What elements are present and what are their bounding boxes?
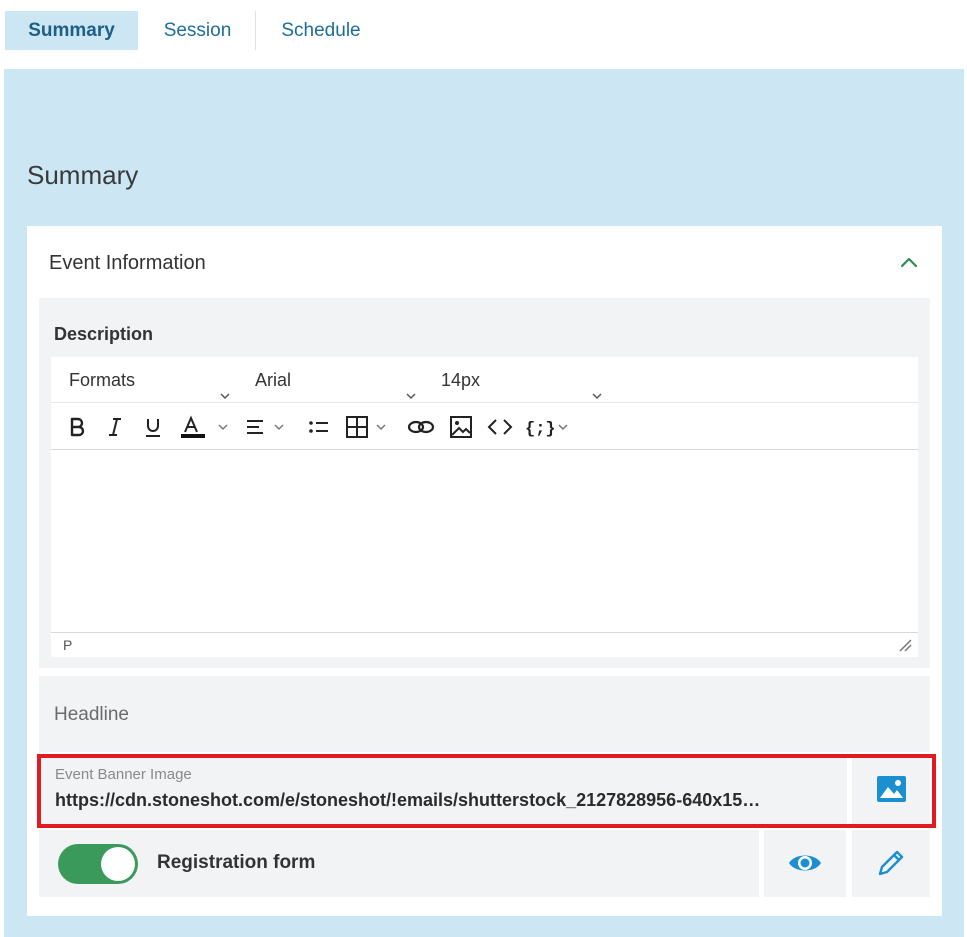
- font-size-select[interactable]: 14px: [441, 357, 611, 403]
- tab-schedule[interactable]: Schedule: [258, 11, 384, 50]
- bold-icon[interactable]: [65, 415, 89, 439]
- chevron-down-icon: [219, 373, 231, 400]
- registration-form-row: Registration form: [39, 830, 759, 897]
- chevron-up-icon[interactable]: [897, 251, 921, 275]
- tab-summary[interactable]: Summary: [5, 11, 138, 50]
- image-icon[interactable]: [449, 415, 473, 439]
- table-icon[interactable]: [345, 415, 393, 439]
- editor-toolbar: {;}: [51, 404, 918, 450]
- page-title: Summary: [27, 160, 139, 190]
- resize-handle-icon[interactable]: [898, 638, 912, 652]
- editor-content-area[interactable]: [51, 451, 918, 632]
- italic-icon[interactable]: [103, 415, 127, 439]
- font-size-select-value: 14px: [441, 370, 481, 390]
- description-section: Description Formats Arial 14px {;} P: [39, 298, 930, 668]
- chevron-down-icon: [591, 373, 603, 400]
- pencil-icon: [878, 850, 904, 876]
- chevron-down-icon: [405, 373, 417, 400]
- font-family-select[interactable]: Arial: [255, 357, 435, 403]
- description-label: Description: [54, 324, 154, 344]
- merge-tag-icon[interactable]: {;}: [525, 415, 575, 439]
- edit-registration-form-button[interactable]: [852, 830, 930, 897]
- headline-field[interactable]: Headline: [39, 676, 930, 752]
- tab-divider: [255, 11, 256, 50]
- registration-form-toggle[interactable]: [58, 844, 138, 884]
- registration-form-label: Registration form: [157, 852, 316, 873]
- bullet-list-icon[interactable]: [307, 415, 331, 439]
- align-icon[interactable]: [245, 415, 291, 439]
- banner-image-highlight-box: [37, 754, 936, 828]
- event-information-title: Event Information: [49, 252, 206, 274]
- text-color-icon[interactable]: [179, 415, 231, 439]
- element-path: P: [63, 637, 73, 653]
- editor-menubar: Formats Arial 14px: [51, 357, 918, 403]
- underline-icon[interactable]: [141, 415, 165, 439]
- preview-registration-form-button[interactable]: [764, 830, 846, 897]
- formats-select-value: Formats: [69, 370, 136, 390]
- link-icon[interactable]: [407, 415, 435, 439]
- font-family-select-value: Arial: [255, 370, 292, 390]
- editor-statusbar: P: [51, 632, 918, 657]
- tab-session[interactable]: Session: [140, 11, 255, 50]
- code-icon[interactable]: [487, 415, 513, 439]
- rich-text-editor: Formats Arial 14px {;} P: [51, 357, 918, 657]
- formats-select[interactable]: Formats: [69, 357, 249, 403]
- eye-icon: [789, 855, 821, 871]
- svg-text:{;}: {;}: [525, 420, 556, 439]
- headline-placeholder: Headline: [54, 704, 129, 725]
- toggle-knob: [101, 847, 135, 881]
- tab-bar: Summary Session Schedule: [0, 0, 967, 62]
